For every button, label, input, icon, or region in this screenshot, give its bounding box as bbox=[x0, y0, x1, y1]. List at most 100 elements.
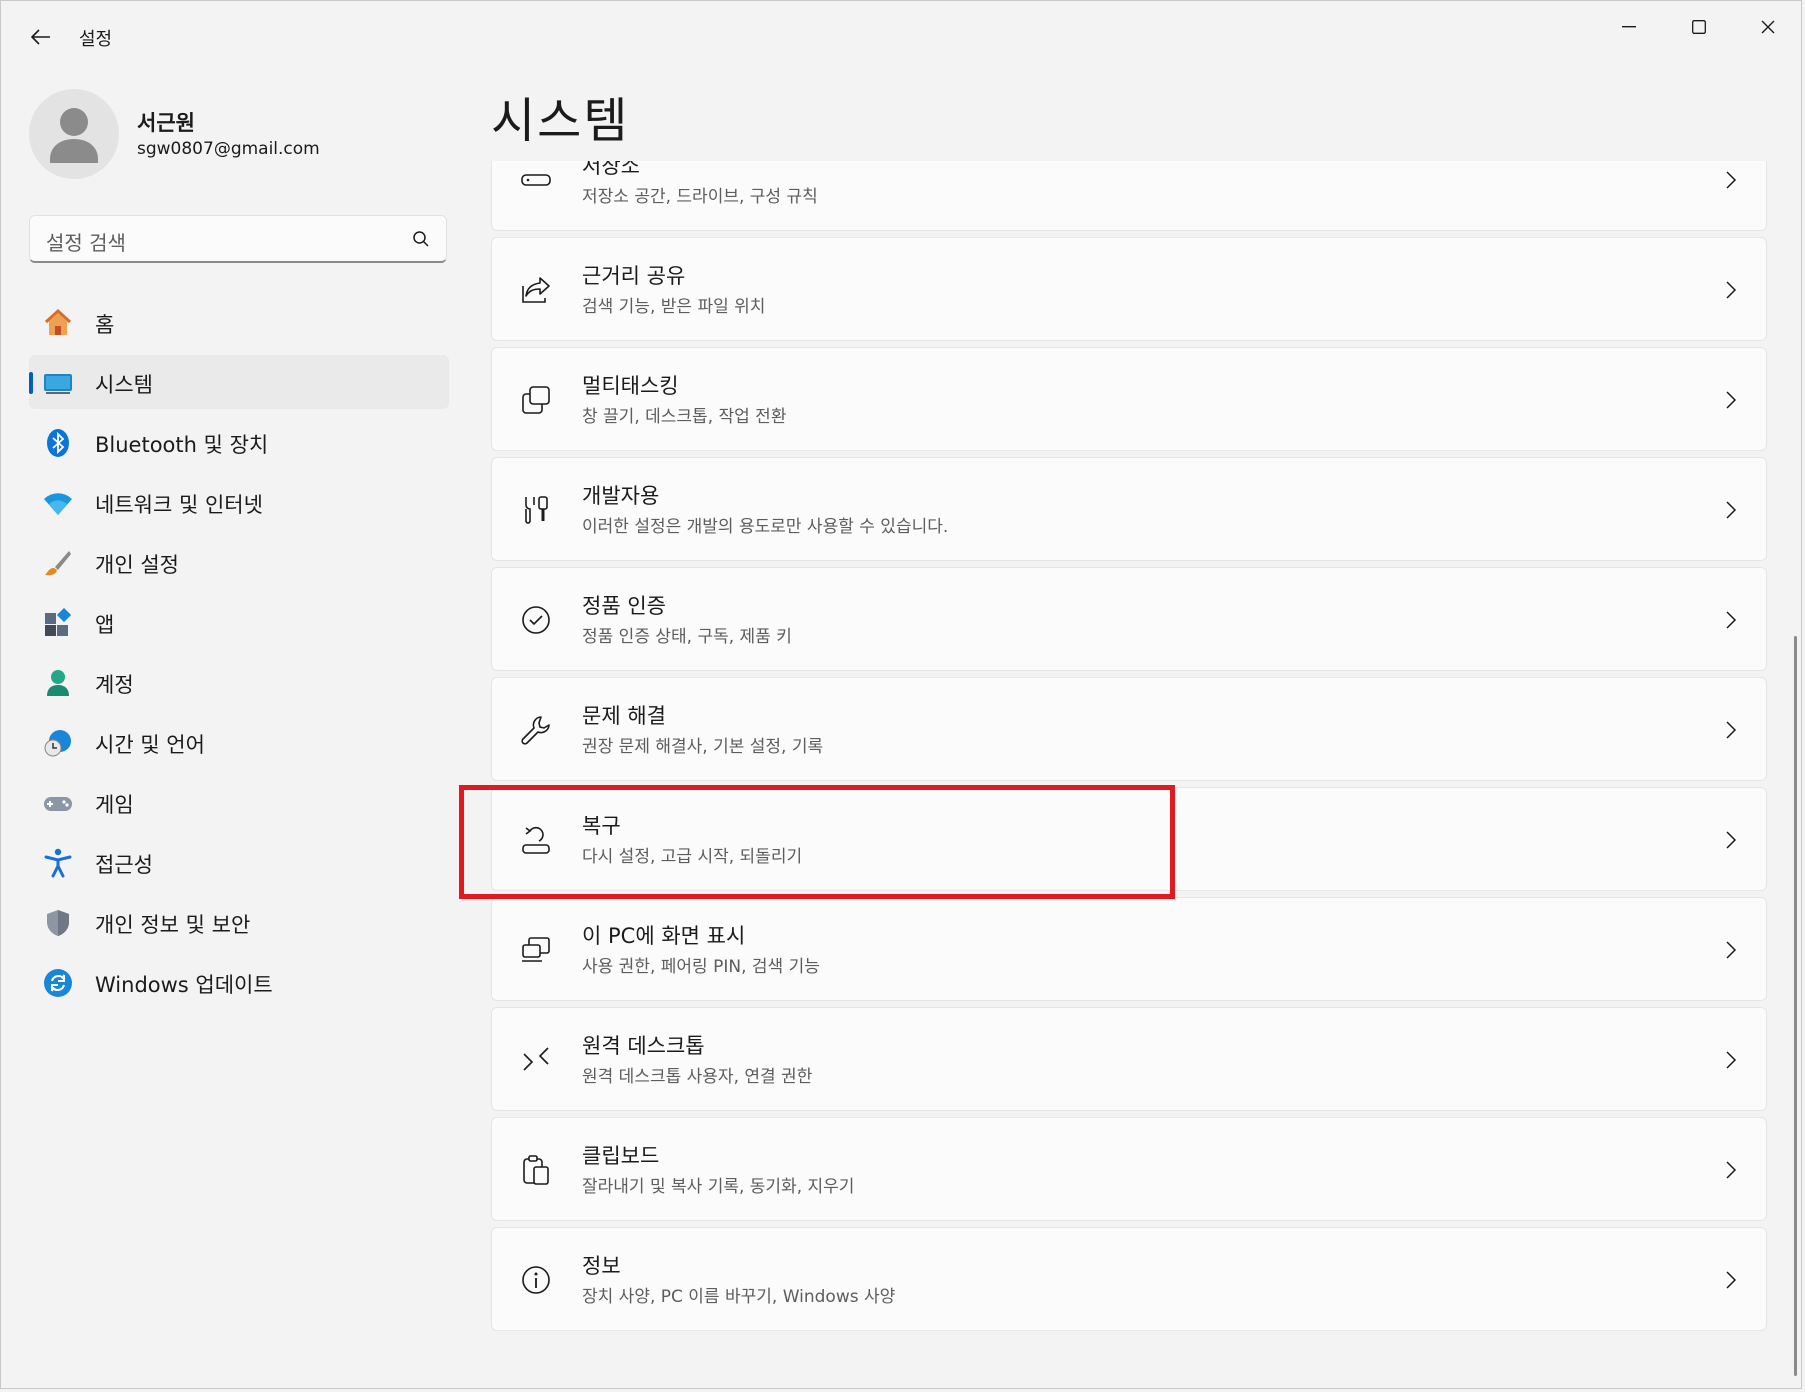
share-icon bbox=[520, 274, 552, 306]
sidebar-item-label: 접근성 bbox=[95, 853, 153, 877]
settings-item-clipboard[interactable]: 클립보드 잘라내기 및 복사 기록, 동기화, 지우기 bbox=[491, 1117, 1767, 1221]
chevron-right-icon bbox=[1724, 1160, 1738, 1180]
developer-tools-icon bbox=[520, 494, 552, 526]
sidebar-item-label: 게임 bbox=[95, 793, 134, 817]
sidebar-item-label: 시스템 bbox=[95, 373, 153, 397]
sidebar-item-label: 계정 bbox=[95, 673, 134, 697]
settings-item-recovery[interactable]: 복구 다시 설정, 고급 시작, 되돌리기 bbox=[491, 787, 1767, 891]
gamepad-icon bbox=[43, 788, 73, 818]
wifi-icon bbox=[43, 488, 73, 518]
sidebar-item-label: Bluetooth 및 장치 bbox=[95, 433, 269, 457]
sidebar-item-label: 개인 설정 bbox=[95, 553, 179, 577]
settings-item-nearby-sharing[interactable]: 근거리 공유 검색 기능, 받은 파일 위치 bbox=[491, 237, 1767, 341]
wrench-icon bbox=[520, 714, 552, 746]
sidebar-item-home[interactable]: 홈 bbox=[29, 295, 449, 349]
close-icon bbox=[1761, 20, 1775, 34]
home-icon bbox=[43, 308, 73, 338]
clipboard-icon bbox=[520, 1154, 552, 1186]
sidebar-item-network[interactable]: 네트워크 및 인터넷 bbox=[29, 475, 449, 529]
settings-list: 저장소 저장소 공간, 드라이브, 구성 규칙 근거리 공유 검색 기능, 받은… bbox=[491, 161, 1769, 1341]
sidebar-item-system[interactable]: 시스템 bbox=[29, 355, 449, 409]
sidebar-item-accessibility[interactable]: 접근성 bbox=[29, 835, 449, 889]
title-bar: 설정 bbox=[1, 1, 1801, 73]
project-to-pc-icon bbox=[520, 934, 552, 966]
back-button[interactable] bbox=[23, 21, 59, 53]
check-circle-icon bbox=[520, 604, 552, 636]
globe-clock-icon bbox=[43, 728, 73, 758]
maximize-button[interactable] bbox=[1667, 9, 1731, 45]
chevron-right-icon bbox=[1724, 940, 1738, 960]
item-title: 원격 데스크톱 bbox=[582, 1034, 705, 1058]
minimize-icon bbox=[1622, 26, 1636, 28]
sidebar-item-label: 네트워크 및 인터넷 bbox=[95, 493, 263, 517]
accessibility-icon bbox=[43, 848, 73, 878]
sidebar-item-accounts[interactable]: 계정 bbox=[29, 655, 449, 709]
info-icon bbox=[520, 1264, 552, 1296]
avatar bbox=[29, 89, 119, 179]
brush-icon bbox=[43, 548, 73, 578]
chevron-right-icon bbox=[1724, 170, 1738, 190]
profile-name: 서근원 bbox=[137, 111, 195, 135]
sidebar-item-label: Windows 업데이트 bbox=[95, 973, 273, 997]
sidebar-item-personalization[interactable]: 개인 설정 bbox=[29, 535, 449, 589]
chevron-right-icon bbox=[1724, 720, 1738, 740]
multitasking-icon bbox=[520, 384, 552, 416]
item-title: 문제 해결 bbox=[582, 704, 666, 728]
item-title: 저장소 bbox=[582, 161, 640, 178]
sidebar-item-privacy[interactable]: 개인 정보 및 보안 bbox=[29, 895, 449, 949]
storage-icon bbox=[520, 164, 552, 196]
item-description: 권장 문제 해결사, 기본 설정, 기록 bbox=[582, 737, 824, 757]
item-title: 클립보드 bbox=[582, 1144, 660, 1168]
recovery-icon bbox=[520, 824, 552, 856]
chevron-right-icon bbox=[1724, 830, 1738, 850]
settings-item-for-developers[interactable]: 개발자용 이러한 설정은 개발의 용도로만 사용할 수 있습니다. bbox=[491, 457, 1767, 561]
item-description: 잘라내기 및 복사 기록, 동기화, 지우기 bbox=[582, 1177, 855, 1197]
item-title: 멀티태스킹 bbox=[582, 374, 679, 398]
chevron-right-icon bbox=[1724, 1270, 1738, 1290]
settings-item-storage[interactable]: 저장소 저장소 공간, 드라이브, 구성 규칙 bbox=[491, 161, 1767, 231]
bluetooth-icon bbox=[43, 428, 73, 458]
item-title: 복구 bbox=[582, 814, 621, 838]
item-description: 창 끌기, 데스크톱, 작업 전환 bbox=[582, 407, 787, 427]
sidebar-item-label: 홈 bbox=[95, 313, 115, 337]
settings-item-multitasking[interactable]: 멀티태스킹 창 끌기, 데스크톱, 작업 전환 bbox=[491, 347, 1767, 451]
sidebar-nav: 홈 시스템 Bluetooth 및 장치 네트워크 및 인터넷 개인 설정 앱 … bbox=[29, 295, 449, 1015]
settings-item-project-to-pc[interactable]: 이 PC에 화면 표시 사용 권한, 페어링 PIN, 검색 기능 bbox=[491, 897, 1767, 1001]
sidebar-item-apps[interactable]: 앱 bbox=[29, 595, 449, 649]
item-description: 원격 데스크톱 사용자, 연결 권한 bbox=[582, 1067, 813, 1087]
user-profile[interactable]: 서근원 sgw0807@gmail.com bbox=[29, 89, 449, 179]
item-title: 이 PC에 화면 표시 bbox=[582, 924, 746, 948]
remote-desktop-icon bbox=[520, 1044, 552, 1076]
search-input[interactable]: 설정 검색 bbox=[29, 215, 447, 263]
sidebar-item-windows-update[interactable]: Windows 업데이트 bbox=[29, 955, 449, 1009]
item-description: 검색 기능, 받은 파일 위치 bbox=[582, 297, 766, 317]
settings-item-troubleshoot[interactable]: 문제 해결 권장 문제 해결사, 기본 설정, 기록 bbox=[491, 677, 1767, 781]
update-icon bbox=[43, 968, 73, 998]
chevron-right-icon bbox=[1724, 500, 1738, 520]
chevron-right-icon bbox=[1724, 390, 1738, 410]
page-title: 시스템 bbox=[491, 93, 630, 149]
sidebar-item-bluetooth[interactable]: Bluetooth 및 장치 bbox=[29, 415, 449, 469]
settings-item-activation[interactable]: 정품 인증 정품 인증 상태, 구독, 제품 키 bbox=[491, 567, 1767, 671]
item-description: 저장소 공간, 드라이브, 구성 규칙 bbox=[582, 187, 818, 207]
sidebar-item-label: 개인 정보 및 보안 bbox=[95, 913, 251, 937]
apps-icon bbox=[43, 608, 73, 638]
minimize-button[interactable] bbox=[1597, 9, 1661, 45]
item-description: 다시 설정, 고급 시작, 되돌리기 bbox=[582, 847, 803, 867]
item-title: 근거리 공유 bbox=[582, 264, 686, 288]
sidebar-item-gaming[interactable]: 게임 bbox=[29, 775, 449, 829]
back-arrow-icon bbox=[31, 29, 51, 45]
search-icon bbox=[412, 230, 430, 248]
account-icon bbox=[43, 668, 73, 698]
scrollbar[interactable] bbox=[1794, 636, 1797, 1376]
person-icon bbox=[50, 108, 98, 163]
settings-item-about[interactable]: 정보 장치 사양, PC 이름 바꾸기, Windows 사양 bbox=[491, 1227, 1767, 1331]
close-button[interactable] bbox=[1736, 9, 1800, 45]
item-title: 정품 인증 bbox=[582, 594, 666, 618]
settings-window: 설정 서근원 sgw0807@gmail.com 설정 검색 홈 시스템 Blu… bbox=[0, 0, 1802, 1389]
chevron-right-icon bbox=[1724, 280, 1738, 300]
profile-email: sgw0807@gmail.com bbox=[137, 139, 320, 159]
sidebar-item-time-language[interactable]: 시간 및 언어 bbox=[29, 715, 449, 769]
item-description: 사용 권한, 페어링 PIN, 검색 기능 bbox=[582, 957, 820, 977]
settings-item-remote-desktop[interactable]: 원격 데스크톱 원격 데스크톱 사용자, 연결 권한 bbox=[491, 1007, 1767, 1111]
